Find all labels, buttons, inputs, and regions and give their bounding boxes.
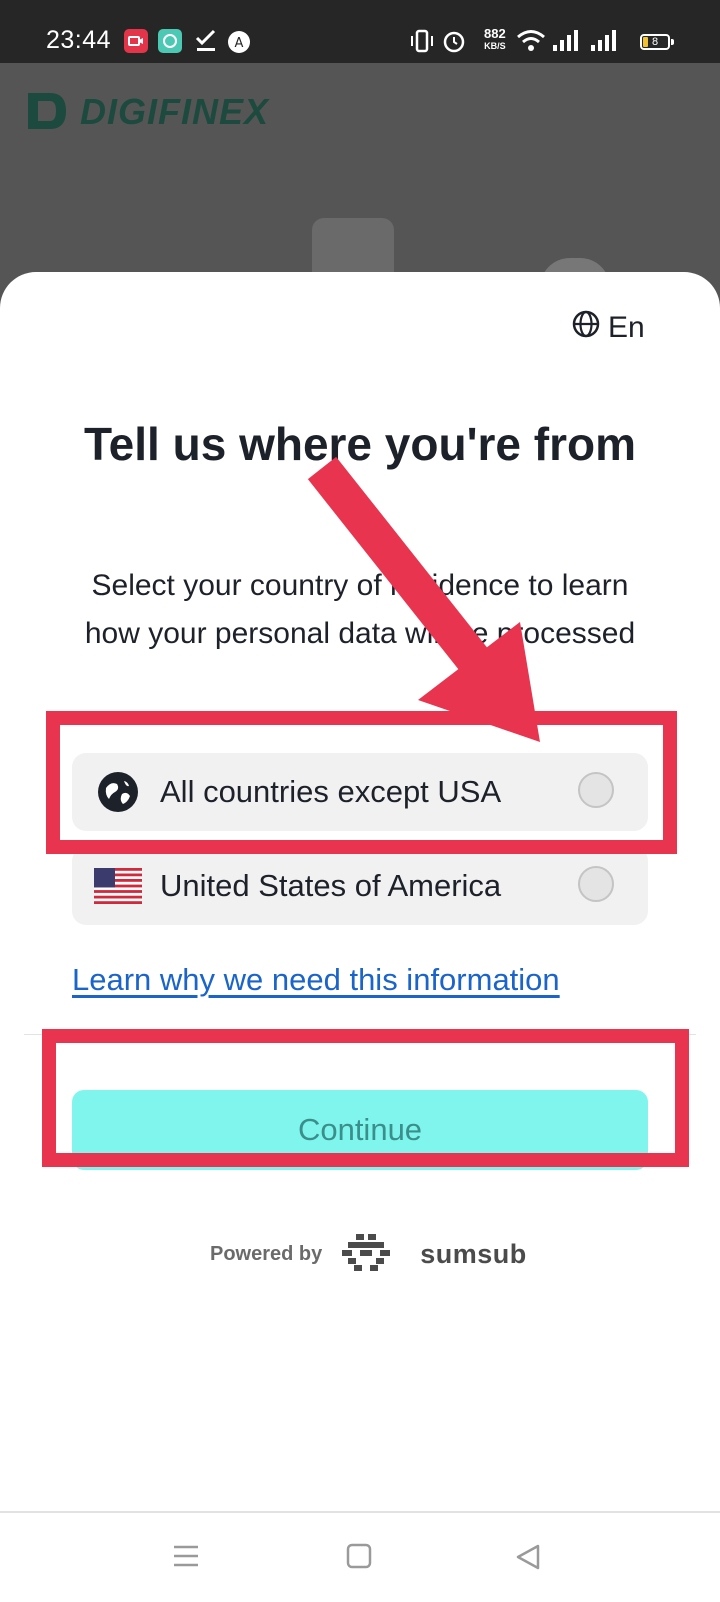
menu-icon[interactable] [173,1543,199,1574]
annotation-arrow-icon [307,456,540,742]
home-icon[interactable] [346,1543,372,1574]
back-icon[interactable] [514,1543,542,1576]
system-navigation-bar [0,1511,720,1602]
